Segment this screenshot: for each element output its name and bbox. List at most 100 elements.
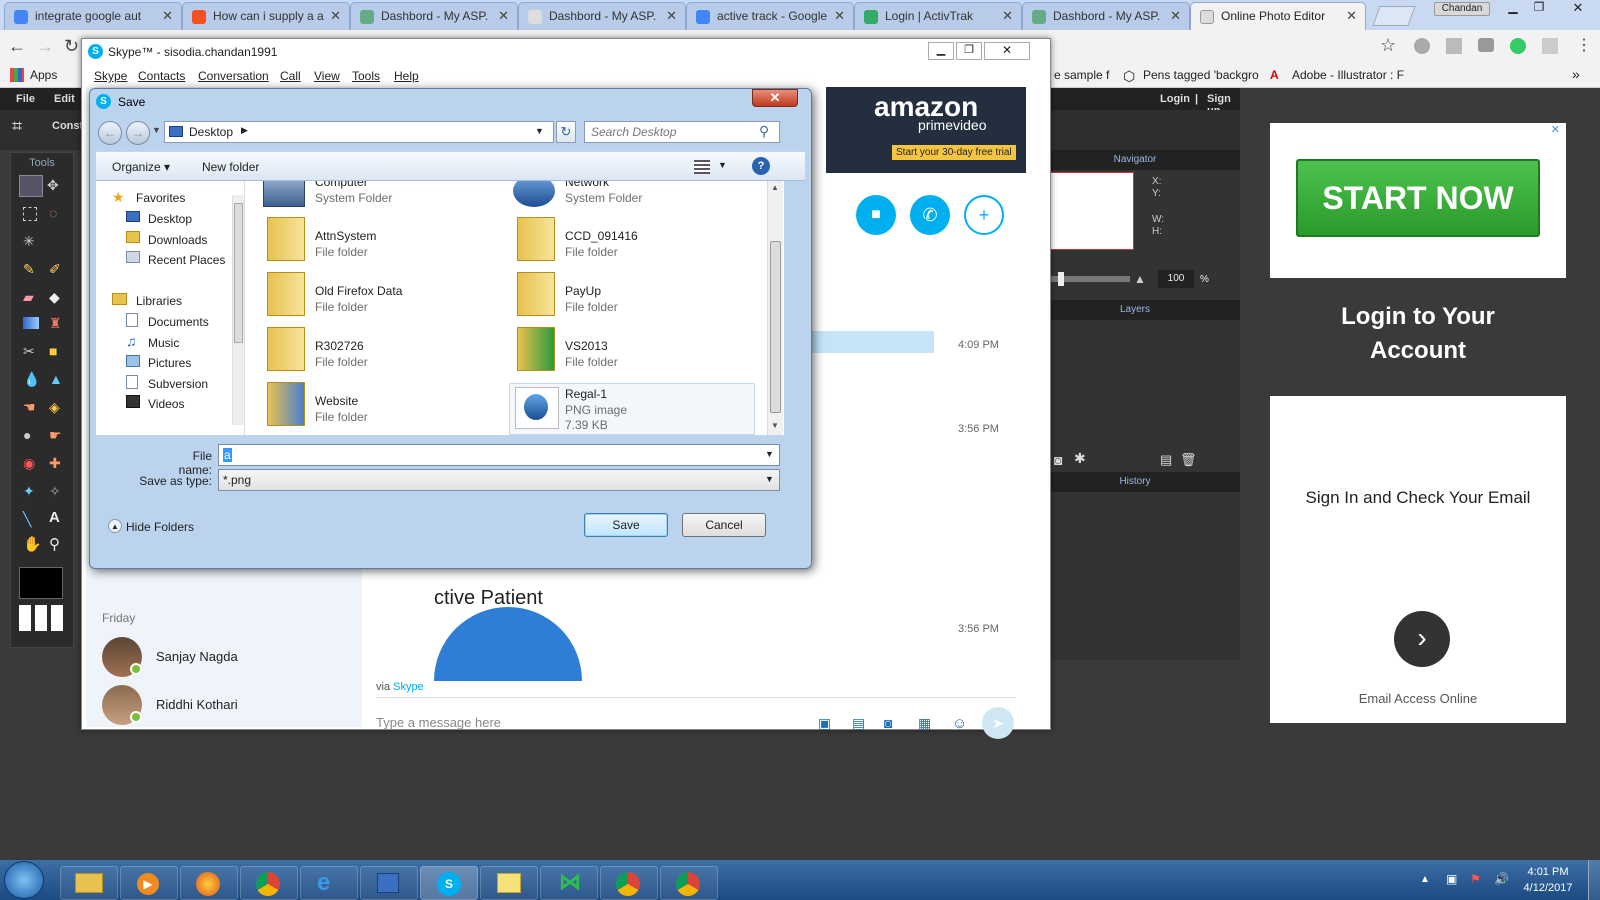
start-now-button[interactable]: START NOW (1296, 159, 1540, 237)
pencil-tool-icon[interactable]: ✎ (23, 261, 35, 278)
file-name[interactable]: AttnSystem (315, 229, 376, 243)
file-name[interactable]: CCD_091416 (565, 229, 638, 243)
cancel-button[interactable]: Cancel (682, 513, 766, 537)
scrollbar-thumb[interactable] (770, 241, 781, 413)
color-swatch[interactable] (19, 567, 63, 599)
chevron-up-icon[interactable]: ▲ (108, 519, 122, 533)
taskbar-ie[interactable]: e (300, 866, 358, 900)
clock-time[interactable]: 4:01 PM (1520, 866, 1576, 878)
browser-tab[interactable]: integrate google aut ✕ (4, 2, 182, 30)
zoom-input[interactable]: 100 (1158, 270, 1194, 288)
close-icon[interactable]: ✕ (834, 8, 845, 24)
chevron-right-icon[interactable]: ▶ (241, 125, 248, 136)
menu-call[interactable]: Call (280, 69, 301, 83)
close-icon[interactable]: ✕ (1346, 8, 1357, 24)
bookmark-item[interactable]: Adobe - Illustrator : F (1292, 68, 1404, 82)
chevron-right-icon[interactable]: › (1394, 611, 1450, 667)
browser-tab-active[interactable]: Online Photo Editor ✕ (1190, 2, 1366, 30)
taskbar-media-player[interactable]: ▶ (120, 866, 178, 900)
nav-recent-places[interactable]: Recent Places (148, 253, 225, 267)
amazon-ad[interactable]: amazon primevideo Start your 30-day free… (826, 87, 1026, 173)
browser-tab[interactable]: Dashbord - My ASP. ✕ (518, 2, 686, 30)
extension-icon[interactable] (1510, 38, 1526, 54)
nav-music[interactable]: Music (148, 336, 179, 350)
burn-tool-icon[interactable]: ☛ (49, 427, 62, 444)
contact-name[interactable]: Riddhi Kothari (156, 697, 238, 712)
close-icon[interactable]: ✕ (498, 8, 509, 24)
forward-button[interactable]: → (126, 121, 150, 145)
trial-button[interactable]: Start your 30-day free trial (892, 145, 1016, 160)
bucket-tool-icon[interactable]: ◆ (49, 289, 60, 306)
extension-icon[interactable] (1446, 38, 1462, 54)
show-desktop-button[interactable] (1588, 860, 1600, 900)
chart-image[interactable] (434, 607, 582, 681)
file-name[interactable]: PayUp (565, 284, 601, 298)
taskbar-skype[interactable]: S (420, 866, 478, 900)
close-icon[interactable]: ✕ (330, 8, 341, 24)
nav-videos[interactable]: Videos (148, 397, 184, 411)
message-input[interactable]: Type a message here (376, 715, 501, 730)
bookmark-item[interactable]: Pens tagged 'backgro (1143, 68, 1259, 82)
hide-folders-button[interactable]: Hide Folders (126, 520, 194, 534)
camera-icon[interactable] (1478, 38, 1494, 52)
help-icon[interactable]: ? (752, 157, 770, 175)
emoticon-icon[interactable]: ☺ (952, 715, 967, 732)
taskbar-chrome[interactable] (600, 866, 658, 900)
chevron-down-icon[interactable]: ▼ (765, 474, 774, 484)
new-folder-button[interactable]: New folder (202, 160, 259, 174)
scroll-up-icon[interactable]: ▲ (771, 183, 779, 192)
address-location[interactable]: Desktop (189, 125, 233, 139)
profile-badge[interactable]: Chandan (1434, 2, 1490, 16)
extension-icon[interactable] (1542, 38, 1558, 54)
dialog-close-button[interactable]: ✕ (752, 89, 798, 107)
back-button[interactable]: ← (98, 121, 122, 145)
effects-icon[interactable]: ✱ (1074, 450, 1086, 467)
phone-icon[interactable]: ✆ (910, 195, 950, 235)
lasso-tool-icon[interactable]: ◌ (49, 205, 57, 221)
browser-tab[interactable]: Login | ActivTrak ✕ (854, 2, 1022, 30)
close-button[interactable]: ✕ (984, 42, 1030, 60)
menu-edit[interactable]: Edit (54, 93, 75, 105)
close-icon[interactable]: ✕ (162, 8, 173, 24)
minimize-button[interactable]: ▁ (1500, 0, 1526, 18)
chevron-down-icon[interactable]: ▼ (718, 160, 727, 170)
new-tab-button[interactable] (1372, 6, 1416, 26)
nav-scrollbar-thumb[interactable] (234, 203, 243, 343)
media-icon[interactable]: ▣ (818, 715, 831, 732)
red-eye-tool-icon[interactable]: ◉ (23, 455, 35, 472)
nav-favorites[interactable]: Favorites (136, 191, 185, 205)
file-name[interactable]: Old Firefox Data (315, 284, 402, 298)
trash-icon[interactable]: 🗑 (1180, 452, 1197, 468)
refresh-icon[interactable]: ↻ (556, 121, 576, 143)
file-name[interactable]: Website (315, 394, 358, 408)
tray-volume-icon[interactable]: 🔊 (1494, 872, 1509, 886)
bloat-tool-icon[interactable]: ✦ (23, 483, 35, 500)
scroll-down-icon[interactable]: ▼ (771, 421, 779, 430)
contact-card-icon[interactable]: ▦ (918, 715, 931, 732)
forward-icon[interactable]: → (36, 36, 54, 57)
text-tool-icon[interactable]: A (49, 509, 60, 526)
bookmark-item[interactable]: e sample f (1054, 68, 1109, 82)
chevron-down-icon[interactable]: ▼ (765, 449, 774, 459)
extension-icon[interactable] (1414, 38, 1430, 54)
organize-button[interactable]: Organize ▾ (112, 160, 170, 174)
stamp-tool-icon[interactable]: ♜ (49, 315, 62, 332)
zoom-slider-thumb[interactable] (1058, 272, 1064, 286)
start-button[interactable] (4, 861, 44, 899)
restore-button[interactable]: ❐ (956, 42, 982, 60)
nav-pictures[interactable]: Pictures (148, 356, 191, 370)
clock-date[interactable]: 4/12/2017 (1520, 882, 1576, 894)
file-name-input[interactable]: a ▼ (218, 444, 780, 466)
taskbar-chrome[interactable] (240, 866, 298, 900)
close-icon[interactable]: ✕ (666, 8, 677, 24)
nav-scrollbar[interactable] (232, 195, 244, 425)
restore-button[interactable]: ❐ (1526, 0, 1552, 18)
drawing-tool-icon[interactable]: ■ (49, 343, 57, 359)
chevron-down-icon[interactable]: ▼ (535, 126, 544, 136)
sharpen-tool-icon[interactable]: ▲ (49, 371, 63, 387)
search-input[interactable]: Search Desktop ⚲ (584, 121, 780, 143)
chevron-right-icon[interactable]: » (1572, 66, 1580, 82)
file-name-value[interactable]: a (223, 448, 232, 462)
reload-icon[interactable]: ↻ (64, 36, 79, 57)
crop-tool-icon[interactable] (19, 175, 43, 197)
